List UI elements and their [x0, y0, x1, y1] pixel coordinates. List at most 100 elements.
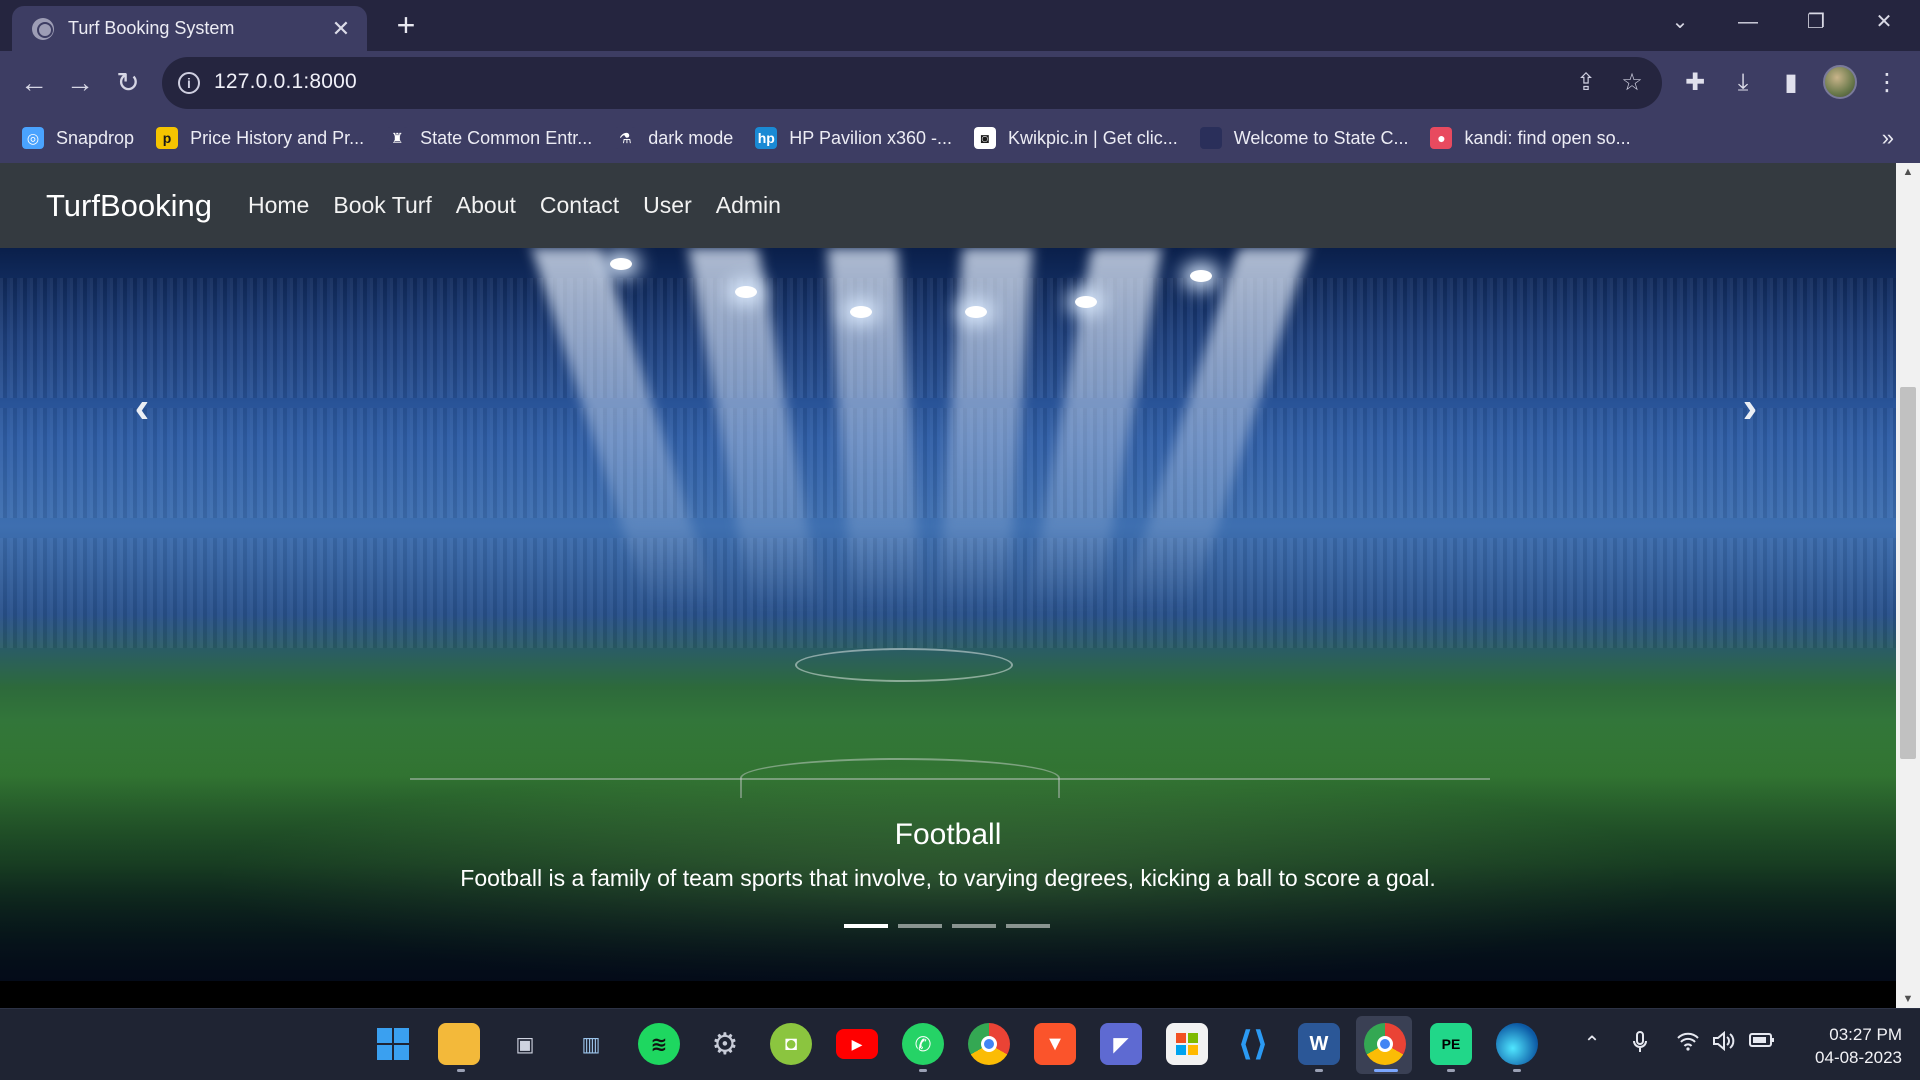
bookmark-item[interactable]: ♜ State Common Entr...: [386, 127, 592, 149]
bookmark-item[interactable]: ⚗ dark mode: [614, 127, 733, 149]
bookmark-item[interactable]: ◙ Kwikpic.in | Get clic...: [974, 127, 1178, 149]
microsoft-store-icon[interactable]: [1166, 1023, 1208, 1065]
microphone-icon[interactable]: [1626, 1031, 1654, 1059]
page-scrollbar[interactable]: ▲ ▼: [1896, 163, 1920, 1008]
brave-icon[interactable]: ▼: [1034, 1023, 1076, 1065]
site-brand[interactable]: TurfBooking: [46, 188, 212, 224]
site-info-icon[interactable]: i: [178, 72, 200, 94]
system-clock[interactable]: 03:27 PM 04-08-2023: [1790, 1023, 1902, 1069]
carousel-indicators: [844, 924, 1060, 928]
vscode-icon[interactable]: ⟨⟩: [1232, 1023, 1274, 1065]
menu-kebab-icon[interactable]: ⋮: [1872, 68, 1902, 98]
tab-strip: Turf Booking System ✕ + ⌄ — ❐ ✕: [0, 0, 1920, 51]
nav-link-admin[interactable]: Admin: [716, 192, 781, 219]
edge-icon[interactable]: [1496, 1023, 1538, 1065]
youtube-icon[interactable]: ▶: [836, 1029, 878, 1059]
bookmark-item[interactable]: Welcome to State C...: [1199, 127, 1409, 149]
spotify-icon[interactable]: ≋: [638, 1023, 680, 1065]
site-navbar: TurfBooking Home Book Turf About Contact…: [0, 163, 1896, 248]
carousel-next-control[interactable]: ›: [1720, 378, 1780, 438]
nav-link-user[interactable]: User: [643, 192, 692, 219]
hp-icon: hp: [755, 127, 778, 149]
flask-icon: ⚗: [614, 127, 637, 149]
wifi-icon[interactable]: [1674, 1031, 1702, 1057]
bookmark-label: HP Pavilion x360 -...: [789, 127, 953, 148]
window-close-button[interactable]: ✕: [1850, 0, 1918, 44]
tab-search-chevron-icon[interactable]: ⌄: [1646, 0, 1714, 44]
android-icon[interactable]: ◘: [770, 1023, 812, 1065]
url-text[interactable]: 127.0.0.1:8000: [214, 70, 357, 94]
scrollbar-thumb[interactable]: [1900, 387, 1916, 759]
bookmark-label: Snapdrop: [56, 127, 135, 148]
start-icon[interactable]: [372, 1023, 414, 1065]
scroll-up-arrow-icon[interactable]: ▲: [1896, 163, 1920, 181]
whatsapp-icon[interactable]: ✆: [902, 1023, 944, 1065]
clock-date: 04-08-2023: [1815, 1048, 1902, 1067]
side-panel-icon[interactable]: ▮: [1776, 68, 1806, 98]
bookmarks-overflow-icon[interactable]: »: [1882, 125, 1894, 151]
state-icon: [1199, 127, 1222, 149]
battery-icon[interactable]: [1748, 1031, 1776, 1054]
nav-link-book-turf[interactable]: Book Turf: [333, 192, 431, 219]
scroll-down-arrow-icon[interactable]: ▼: [1896, 990, 1920, 1008]
word-icon[interactable]: W: [1298, 1023, 1340, 1065]
linear-icon[interactable]: ◤: [1100, 1023, 1142, 1065]
nav-link-about[interactable]: About: [456, 192, 516, 219]
carousel-indicator[interactable]: [844, 924, 888, 928]
snapdrop-icon: ◎: [22, 127, 44, 149]
profile-avatar[interactable]: [1823, 65, 1857, 99]
bookmark-item[interactable]: ◎ Snapdrop: [22, 127, 134, 149]
back-arrow-icon[interactable]: ←: [14, 63, 54, 103]
tab-title: Turf Booking System: [68, 18, 235, 38]
carousel-indicator[interactable]: [1006, 924, 1050, 928]
pycharm-icon[interactable]: PE: [1430, 1023, 1472, 1065]
bookmark-label: kandi: find open so...: [1464, 127, 1631, 148]
bookmark-item[interactable]: ● kandi: find open so...: [1430, 127, 1631, 149]
close-tab-icon[interactable]: ✕: [329, 16, 353, 42]
new-tab-button[interactable]: +: [390, 8, 422, 42]
extensions-puzzle-icon[interactable]: ✚: [1680, 68, 1710, 98]
caption-title: Football: [894, 818, 1002, 851]
bookmark-label: Kwikpic.in | Get clic...: [1008, 127, 1178, 148]
emblem-icon: ♜: [386, 127, 409, 149]
globe-icon: [32, 17, 54, 40]
carousel-indicator[interactable]: [952, 924, 996, 928]
kandi-icon: ●: [1430, 127, 1453, 149]
chrome-active-icon[interactable]: [1364, 1023, 1406, 1065]
bookmark-label: Price History and Pr...: [190, 127, 365, 148]
recycle-bin-icon[interactable]: ▥: [570, 1023, 612, 1065]
browser-toolbar: ← → ↻ i 127.0.0.1:8000 ⇪ ☆ ✚ ⤓ ▮ ⋮: [0, 51, 1920, 113]
bookmark-label: Welcome to State C...: [1233, 127, 1409, 148]
bookmark-item[interactable]: p Price History and Pr...: [156, 127, 364, 149]
page-viewport: TurfBooking Home Book Turf About Contact…: [0, 163, 1920, 1008]
tray-chevron-icon[interactable]: ⌃: [1578, 1031, 1606, 1056]
caption-text: Football is a family of team sports that…: [460, 865, 1436, 891]
bookmark-label: State Common Entr...: [420, 127, 593, 148]
nav-link-contact[interactable]: Contact: [540, 192, 619, 219]
hero-carousel: ‹ › Football Football is a family of tea…: [0, 248, 1896, 981]
windows-taskbar: ▣ ▥ ≋ ⚙ ◘ ▶ ✆ ▼ ◤ ⟨⟩ W PE ⌃ 03:27 PM 04-…: [0, 1008, 1920, 1080]
bookmark-item[interactable]: hp HP Pavilion x360 -...: [755, 127, 952, 149]
carousel-indicator[interactable]: [898, 924, 942, 928]
minimize-button[interactable]: —: [1714, 0, 1782, 44]
address-bar[interactable]: i 127.0.0.1:8000 ⇪ ☆: [162, 57, 1662, 109]
terminal-icon[interactable]: ▣: [504, 1023, 546, 1065]
chrome-icon[interactable]: [968, 1023, 1010, 1065]
reload-icon[interactable]: ↻: [108, 63, 148, 103]
clock-time: 03:27 PM: [1829, 1025, 1902, 1044]
volume-icon[interactable]: [1710, 1030, 1738, 1057]
forward-arrow-icon[interactable]: →: [60, 63, 100, 103]
browser-tab[interactable]: Turf Booking System ✕: [12, 6, 367, 51]
pricehistory-icon: p: [156, 127, 179, 149]
bookmark-star-icon[interactable]: ☆: [1618, 69, 1646, 97]
download-icon[interactable]: ⤓: [1728, 68, 1758, 98]
nav-link-home[interactable]: Home: [248, 192, 309, 219]
restore-button[interactable]: ❐: [1782, 0, 1850, 44]
share-icon[interactable]: ⇪: [1572, 69, 1600, 97]
settings-icon[interactable]: ⚙: [704, 1023, 746, 1065]
carousel-prev-control[interactable]: ‹: [112, 378, 172, 438]
kwikpic-icon: ◙: [974, 127, 997, 149]
bookmark-label: dark mode: [648, 127, 734, 148]
file-explorer-icon[interactable]: [438, 1023, 480, 1065]
bookmarks-bar: ◎ Snapdrop p Price History and Pr... ♜ State …: [0, 113, 1920, 163]
